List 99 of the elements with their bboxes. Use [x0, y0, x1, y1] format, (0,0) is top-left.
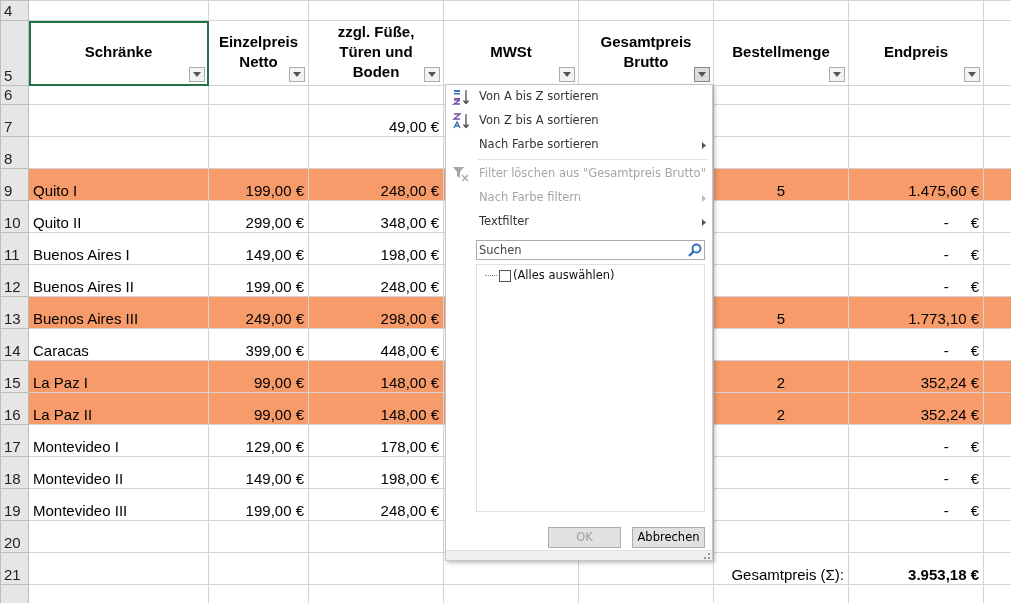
- table-cell: Montevideo III: [28, 488, 209, 521]
- row-number[interactable]: 4: [0, 0, 29, 21]
- table-cell: 299,00 €: [208, 200, 309, 233]
- table-cell: 99,00 €: [208, 392, 309, 425]
- submenu-arrow-icon: [702, 141, 706, 149]
- table-cell: 198,00 €: [308, 232, 444, 265]
- table-cell: - €: [848, 488, 984, 521]
- row-number[interactable]: 20: [0, 520, 29, 553]
- table-cell: Montevideo II: [28, 456, 209, 489]
- table-cell: La Paz II: [28, 392, 209, 425]
- caret-icon: [293, 72, 301, 77]
- search-field[interactable]: Suchen: [476, 240, 705, 260]
- table-cell: 49,00 €: [308, 104, 444, 137]
- caret-icon: [698, 72, 706, 77]
- table-cell: Buenos Aires I: [28, 232, 209, 265]
- table-cell: La Paz I: [28, 360, 209, 393]
- table-cell: 199,00 €: [208, 488, 309, 521]
- caret-icon: [968, 72, 976, 77]
- filter-dropdown-button[interactable]: [964, 67, 980, 82]
- table-cell: Quito II: [28, 200, 209, 233]
- search-icon: [688, 243, 702, 257]
- filter-dropdown-button[interactable]: [424, 67, 440, 82]
- table-cell: 399,00 €: [208, 328, 309, 361]
- table-cell: 249,00 €: [208, 296, 309, 329]
- table-cell: - €: [848, 232, 984, 265]
- table-cell: 129,00 €: [208, 424, 309, 457]
- table-cell: 148,00 €: [308, 392, 444, 425]
- menu-item[interactable]: Von Z bis A sortieren: [446, 109, 712, 133]
- submenu-arrow-icon: [702, 194, 706, 202]
- row-number[interactable]: 19: [0, 488, 29, 521]
- column-header: Schränke: [28, 20, 209, 86]
- menu-item[interactable]: Textfilter: [446, 210, 712, 234]
- table-cell: - €: [848, 424, 984, 457]
- table-cell: 298,00 €: [308, 296, 444, 329]
- column-header: Endpreis: [848, 20, 984, 86]
- filter-dropdown-button[interactable]: [559, 67, 575, 82]
- row-number[interactable]: 14: [0, 328, 29, 361]
- table-cell: 348,00 €: [308, 200, 444, 233]
- filter-dropdown-button[interactable]: [829, 67, 845, 82]
- row-number[interactable]: 10: [0, 200, 29, 233]
- column-header: Einzelpreis Netto: [208, 20, 309, 86]
- caret-icon: [563, 72, 571, 77]
- row-number[interactable]: 5: [0, 20, 29, 86]
- table-cell: 1.773,10 €: [848, 296, 984, 329]
- menu-item[interactable]: Von A bis Z sortieren: [446, 85, 712, 109]
- row-number[interactable]: 13: [0, 296, 29, 329]
- table-cell: 199,00 €: [208, 168, 309, 201]
- table-cell: 248,00 €: [308, 488, 444, 521]
- table-cell: 178,00 €: [308, 424, 444, 457]
- caret-icon: [193, 72, 201, 77]
- table-cell: Caracas: [28, 328, 209, 361]
- table-cell: - €: [848, 200, 984, 233]
- row-number[interactable]: 11: [0, 232, 29, 265]
- table-cell: Buenos Aires III: [28, 296, 209, 329]
- table-cell: 149,00 €: [208, 456, 309, 489]
- table-cell: 3.953,18 €: [848, 552, 984, 585]
- caret-icon: [428, 72, 436, 77]
- sort-ascending-icon: [452, 89, 472, 105]
- row-number[interactable]: 9: [0, 168, 29, 201]
- table-cell: Montevideo I: [28, 424, 209, 457]
- tree-line-icon: [485, 275, 497, 277]
- table-cell: - €: [848, 456, 984, 489]
- table-cell: 148,00 €: [308, 360, 444, 393]
- table-cell: Buenos Aires II: [28, 264, 209, 297]
- submenu-arrow-icon: [702, 218, 706, 226]
- table-cell: 352,24 €: [848, 360, 984, 393]
- table-cell: - €: [848, 264, 984, 297]
- resize-grip-icon[interactable]: [704, 553, 710, 559]
- row-number[interactable]: 8: [0, 136, 29, 169]
- table-cell: 149,00 €: [208, 232, 309, 265]
- row-number[interactable]: 17: [0, 424, 29, 457]
- table-cell: 199,00 €: [208, 264, 309, 297]
- filter-dropdown-button[interactable]: [694, 67, 710, 82]
- row-number[interactable]: 18: [0, 456, 29, 489]
- row-number[interactable]: 15: [0, 360, 29, 393]
- checkbox[interactable]: [499, 269, 511, 282]
- caret-icon: [833, 72, 841, 77]
- column-header: Bestellmenge: [713, 20, 849, 86]
- menu-item[interactable]: Nach Farbe sortieren: [446, 133, 712, 157]
- table-cell: 198,00 €: [308, 456, 444, 489]
- row-number[interactable]: 16: [0, 392, 29, 425]
- dialog-button[interactable]: Abbrechen: [632, 527, 705, 548]
- column-header: zzgl. Füße, Türen und Boden: [308, 20, 444, 86]
- table-cell: 1.475,60 €: [848, 168, 984, 201]
- table-cell: - €: [848, 328, 984, 361]
- table-cell: Gesamtpreis (Σ):: [713, 552, 849, 585]
- filter-dropdown-button[interactable]: [189, 67, 205, 82]
- table-cell: 99,00 €: [208, 360, 309, 393]
- table-cell: 352,24 €: [848, 392, 984, 425]
- sort-descending-icon: [452, 113, 472, 129]
- checkbox-label[interactable]: (Alles auswählen): [513, 267, 615, 285]
- row-number[interactable]: 12: [0, 264, 29, 297]
- table-cell: 248,00 €: [308, 264, 444, 297]
- row-number[interactable]: 21: [0, 552, 29, 585]
- row-number[interactable]: 7: [0, 104, 29, 137]
- filter-dropdown-button[interactable]: [289, 67, 305, 82]
- table-cell: 448,00 €: [308, 328, 444, 361]
- table-cell: Quito I: [28, 168, 209, 201]
- table-cell: 248,00 €: [308, 168, 444, 201]
